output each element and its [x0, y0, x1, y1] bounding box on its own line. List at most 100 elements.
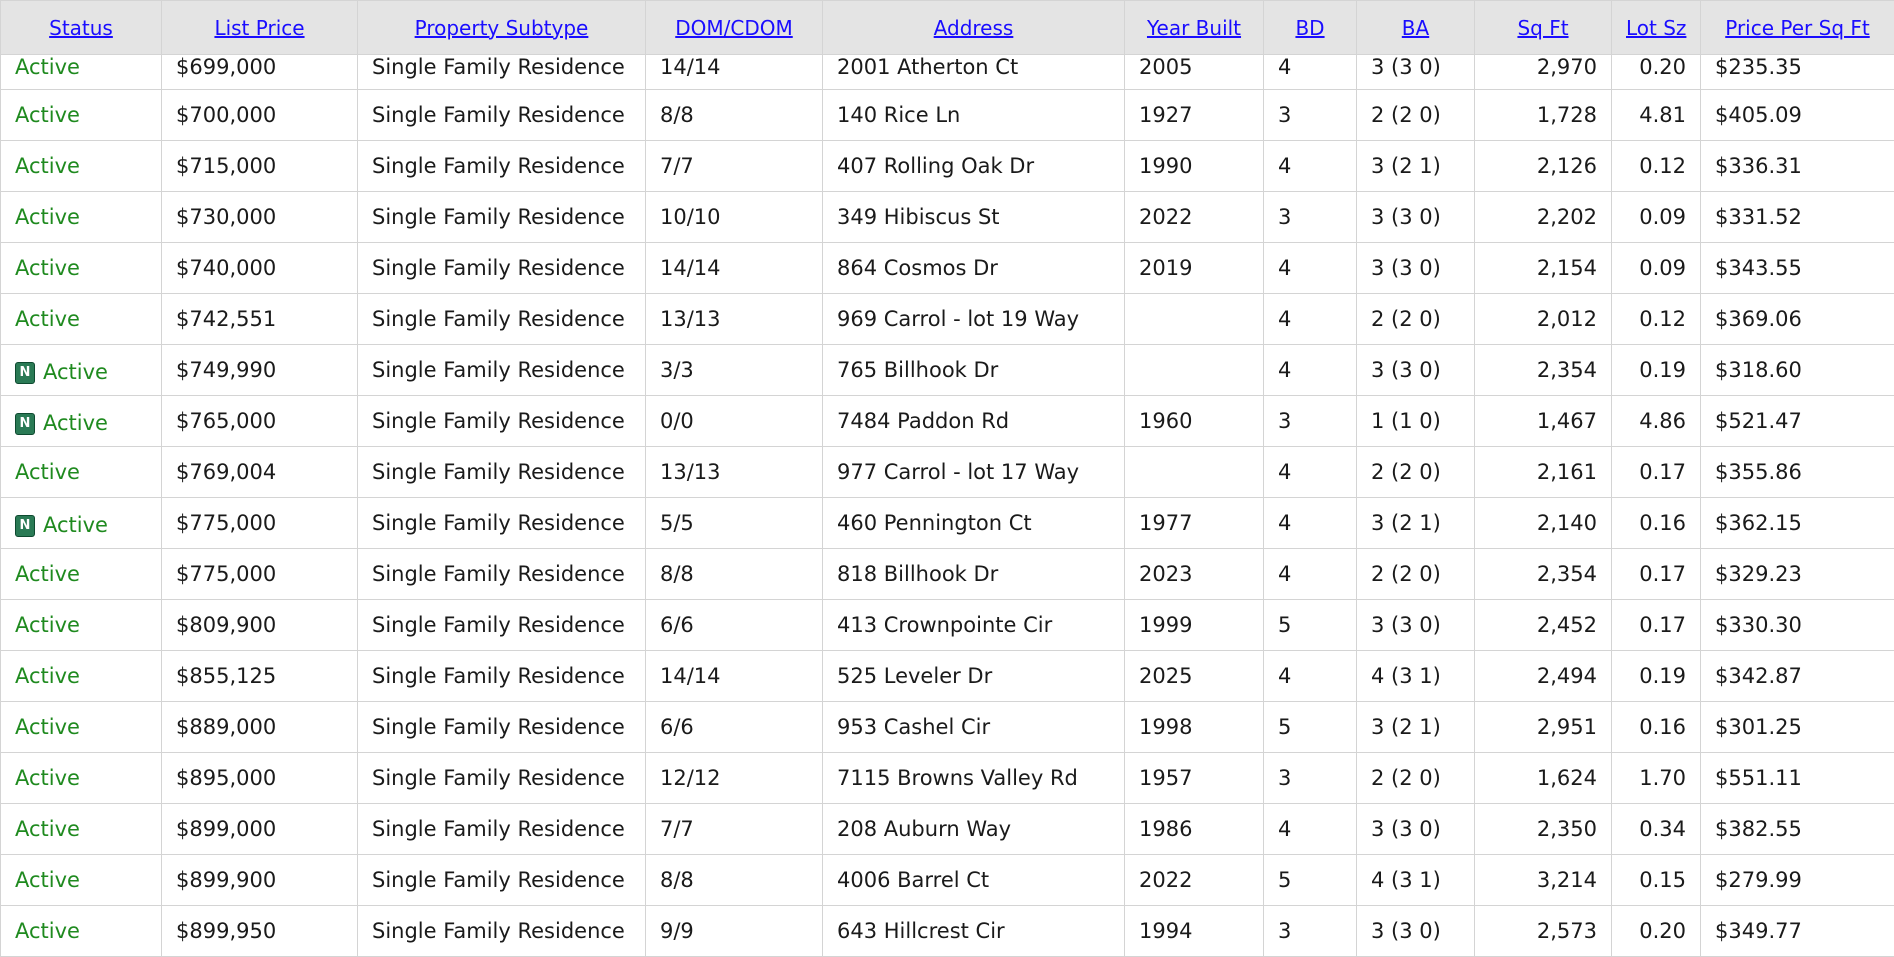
cell-bd: 4: [1264, 243, 1357, 294]
cell-price-per-sq-ft: $342.87: [1701, 651, 1894, 702]
cell-sq-ft: 2,951: [1475, 702, 1612, 753]
cell-lot-sz: 1.70: [1612, 753, 1701, 804]
cell-property-subtype: Single Family Residence: [358, 90, 646, 141]
cell-address: 7484 Paddon Rd: [823, 396, 1125, 447]
cell-ba: 3 (3 0): [1357, 906, 1475, 957]
cell-year-built: 1927: [1125, 90, 1264, 141]
table-row[interactable]: Active$740,000Single Family Residence14/…: [1, 243, 1894, 294]
cell-list-price: $765,000: [162, 396, 358, 447]
cell-status: Active: [1, 549, 162, 600]
table-row[interactable]: NActive$775,000Single Family Residence5/…: [1, 498, 1894, 549]
table-row[interactable]: Active$809,900Single Family Residence6/6…: [1, 600, 1894, 651]
cell-dom-cdom: 12/12: [646, 753, 823, 804]
table-row[interactable]: NActive$765,000Single Family Residence0/…: [1, 396, 1894, 447]
cell-address: 4006 Barrel Ct: [823, 855, 1125, 906]
table-row[interactable]: Active$715,000Single Family Residence7/7…: [1, 141, 1894, 192]
cell-status: NActive: [1, 498, 162, 549]
cell-price-per-sq-ft: $235.35: [1701, 55, 1894, 90]
cell-property-subtype: Single Family Residence: [358, 55, 646, 90]
cell-property-subtype: Single Family Residence: [358, 396, 646, 447]
cell-sq-ft: 2,202: [1475, 192, 1612, 243]
sort-link-dom-cdom[interactable]: DOM/CDOM: [675, 16, 793, 40]
table-row[interactable]: Active$769,004Single Family Residence13/…: [1, 447, 1894, 498]
cell-lot-sz: 4.81: [1612, 90, 1701, 141]
table-row[interactable]: Active$899,950Single Family Residence9/9…: [1, 906, 1894, 957]
table-row[interactable]: Active$699,000Single Family Residence14/…: [1, 55, 1894, 90]
cell-status: Active: [1, 90, 162, 141]
table-row[interactable]: Active$775,000Single Family Residence8/8…: [1, 549, 1894, 600]
cell-bd: 4: [1264, 447, 1357, 498]
table-row[interactable]: NActive$749,990Single Family Residence3/…: [1, 345, 1894, 396]
column-header-ba: BA: [1357, 1, 1475, 55]
table-row[interactable]: Active$889,000Single Family Residence6/6…: [1, 702, 1894, 753]
table-row[interactable]: Active$730,000Single Family Residence10/…: [1, 192, 1894, 243]
sort-link-sq-ft[interactable]: Sq Ft: [1517, 16, 1568, 40]
cell-year-built: 1977: [1125, 498, 1264, 549]
sort-link-bd[interactable]: BD: [1295, 16, 1324, 40]
cell-dom-cdom: 3/3: [646, 345, 823, 396]
cell-sq-ft: 2,126: [1475, 141, 1612, 192]
cell-price-per-sq-ft: $301.25: [1701, 702, 1894, 753]
new-listing-icon: N: [15, 515, 35, 537]
column-header-sq-ft: Sq Ft: [1475, 1, 1612, 55]
cell-lot-sz: 0.17: [1612, 600, 1701, 651]
cell-ba: 2 (2 0): [1357, 549, 1475, 600]
column-header-address: Address: [823, 1, 1125, 55]
cell-list-price: $775,000: [162, 549, 358, 600]
cell-status: Active: [1, 600, 162, 651]
cell-price-per-sq-ft: $355.86: [1701, 447, 1894, 498]
cell-lot-sz: 0.19: [1612, 651, 1701, 702]
cell-dom-cdom: 13/13: [646, 447, 823, 498]
cell-price-per-sq-ft: $318.60: [1701, 345, 1894, 396]
cell-dom-cdom: 14/14: [646, 55, 823, 90]
cell-price-per-sq-ft: $369.06: [1701, 294, 1894, 345]
table-row[interactable]: Active$855,125Single Family Residence14/…: [1, 651, 1894, 702]
cell-list-price: $740,000: [162, 243, 358, 294]
table-row[interactable]: Active$899,900Single Family Residence8/8…: [1, 855, 1894, 906]
new-listing-icon: N: [15, 362, 35, 384]
status-text: Active: [15, 817, 80, 841]
cell-address: 2001 Atherton Ct: [823, 55, 1125, 90]
cell-status: Active: [1, 192, 162, 243]
sort-link-status[interactable]: Status: [49, 16, 113, 40]
sort-link-property-subtype[interactable]: Property Subtype: [415, 16, 589, 40]
table-row[interactable]: Active$742,551Single Family Residence13/…: [1, 294, 1894, 345]
cell-ba: 3 (2 1): [1357, 702, 1475, 753]
cell-lot-sz: 0.17: [1612, 549, 1701, 600]
cell-sq-ft: 1,624: [1475, 753, 1612, 804]
cell-sq-ft: 1,467: [1475, 396, 1612, 447]
table-row[interactable]: Active$895,000Single Family Residence12/…: [1, 753, 1894, 804]
cell-year-built: 2025: [1125, 651, 1264, 702]
cell-property-subtype: Single Family Residence: [358, 600, 646, 651]
cell-list-price: $769,004: [162, 447, 358, 498]
cell-bd: 4: [1264, 549, 1357, 600]
cell-price-per-sq-ft: $336.31: [1701, 141, 1894, 192]
cell-ba: 3 (3 0): [1357, 600, 1475, 651]
cell-price-per-sq-ft: $329.23: [1701, 549, 1894, 600]
cell-property-subtype: Single Family Residence: [358, 141, 646, 192]
cell-address: 643 Hillcrest Cir: [823, 906, 1125, 957]
table-row[interactable]: Active$899,000Single Family Residence7/7…: [1, 804, 1894, 855]
sort-link-lot-sz[interactable]: Lot Sz: [1626, 16, 1686, 40]
status-text: Active: [43, 411, 108, 435]
column-header-price-per-sq-ft: Price Per Sq Ft: [1701, 1, 1894, 55]
cell-property-subtype: Single Family Residence: [358, 753, 646, 804]
sort-link-ba[interactable]: BA: [1402, 16, 1429, 40]
table-header: Status List Price Property Subtype DOM/CDOM…: [1, 1, 1894, 55]
cell-status: Active: [1, 753, 162, 804]
cell-year-built: 2005: [1125, 55, 1264, 90]
sort-link-list-price[interactable]: List Price: [214, 16, 304, 40]
cell-ba: 3 (3 0): [1357, 192, 1475, 243]
table-row[interactable]: Active$700,000Single Family Residence8/8…: [1, 90, 1894, 141]
sort-link-address[interactable]: Address: [934, 16, 1014, 40]
status-text: Active: [15, 307, 80, 331]
cell-list-price: $730,000: [162, 192, 358, 243]
cell-list-price: $899,950: [162, 906, 358, 957]
sort-link-price-per-sq-ft[interactable]: Price Per Sq Ft: [1725, 16, 1869, 40]
status-text: Active: [15, 919, 80, 943]
sort-link-year-built[interactable]: Year Built: [1147, 16, 1241, 40]
cell-sq-ft: 2,140: [1475, 498, 1612, 549]
cell-address: 349 Hibiscus St: [823, 192, 1125, 243]
status-text: Active: [15, 664, 80, 688]
table-body: Active$699,000Single Family Residence14/…: [1, 55, 1894, 957]
